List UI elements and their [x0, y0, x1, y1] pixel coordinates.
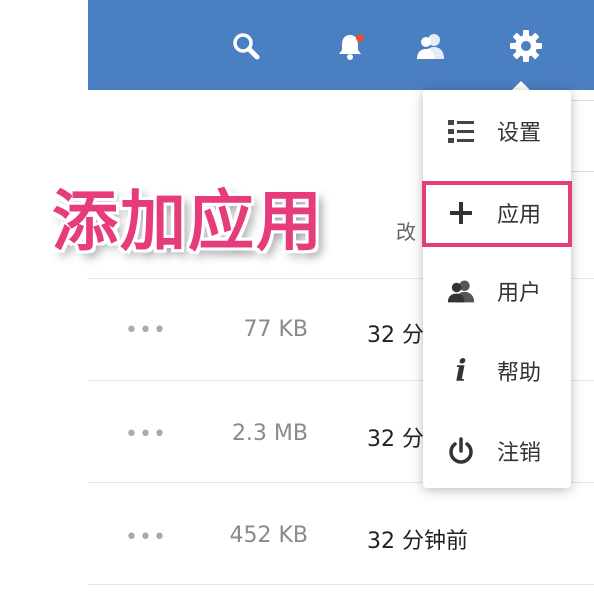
file-size: 77 KB — [243, 317, 308, 342]
more-actions-icon[interactable]: ••• — [125, 422, 167, 447]
more-actions-icon[interactable]: ••• — [125, 318, 167, 343]
settings-dropdown-menu: 设置 应用 用户 i 帮助 注销 — [423, 90, 571, 488]
menu-item-label: 用户 — [497, 281, 542, 306]
menu-item-settings[interactable]: 设置 — [423, 92, 571, 170]
file-modified: 32 分钟前 — [367, 529, 468, 554]
divider — [88, 584, 594, 585]
menu-item-label: 注销 — [497, 441, 542, 466]
search-icon[interactable] — [226, 26, 266, 66]
file-modified: 32 分 — [367, 427, 424, 452]
column-header-modified[interactable]: 改 — [396, 216, 416, 245]
header-bar — [88, 0, 594, 90]
list-settings-icon — [447, 117, 475, 145]
gear-icon[interactable] — [506, 26, 546, 66]
power-icon — [447, 437, 475, 465]
menu-item-users[interactable]: 用户 — [423, 252, 571, 330]
menu-item-label: 设置 — [497, 121, 542, 146]
highlight-box — [422, 181, 572, 247]
info-icon: i — [455, 353, 467, 389]
notification-dot — [356, 34, 364, 42]
sidebar-corner — [0, 0, 88, 90]
contacts-icon[interactable] — [410, 26, 450, 66]
menu-item-logout[interactable]: 注销 — [423, 412, 571, 490]
annotation-title: 添加应用 — [52, 183, 324, 260]
more-actions-icon[interactable]: ••• — [125, 525, 167, 550]
menu-item-label: 帮助 — [497, 361, 542, 386]
file-modified: 32 分 — [367, 323, 424, 348]
menu-item-help[interactable]: i 帮助 — [423, 332, 571, 410]
file-size: 452 KB — [229, 523, 308, 548]
bell-icon[interactable] — [330, 26, 370, 66]
file-size: 2.3 MB — [231, 421, 308, 446]
users-icon — [447, 277, 475, 305]
